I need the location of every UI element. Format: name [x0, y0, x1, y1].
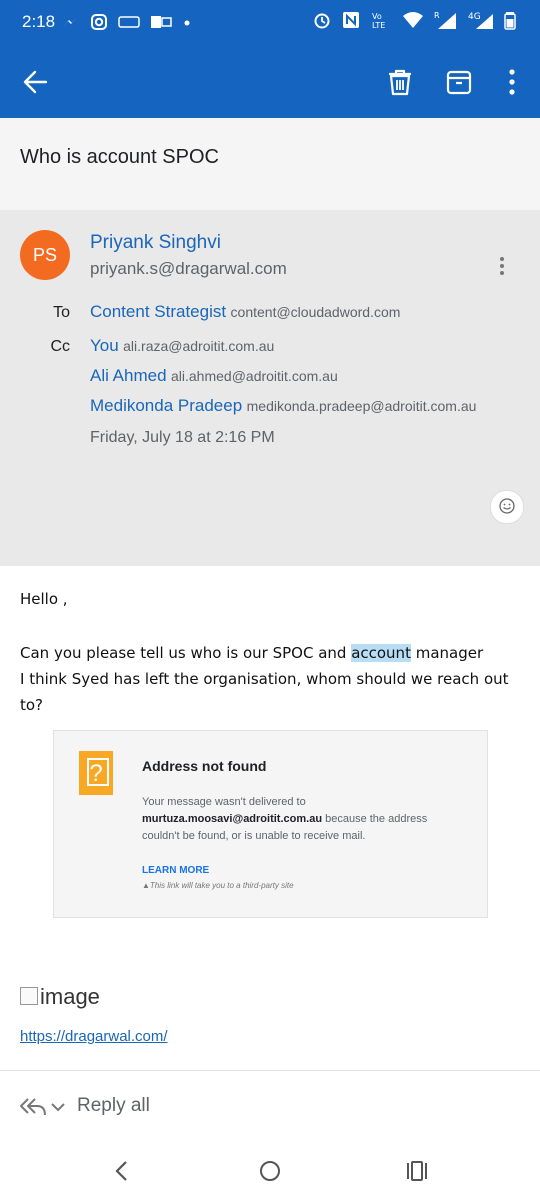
address-not-found-card: ? Address not found Your message wasn't … [53, 730, 488, 918]
reply-bar: Reply all [0, 1070, 540, 1143]
recipient-email: ali.raza@adroitit.com.au [123, 338, 275, 354]
signal-4g-icon: 4G [468, 10, 494, 35]
learn-more-link[interactable]: LEARN MORE [142, 865, 209, 876]
website-link[interactable]: https://dragarwal.com/ [20, 1028, 168, 1045]
reply-all-icon [20, 1098, 46, 1116]
alarm-icon [312, 10, 332, 35]
recipient-name: Content Strategist [90, 302, 227, 321]
broken-image-alt: image [40, 984, 100, 1009]
warning-note-icon: ? [79, 751, 113, 795]
status-time: 2:18 [22, 12, 56, 31]
nav-back-button[interactable] [107, 1156, 137, 1186]
system-nav-bar [0, 1142, 540, 1200]
back-button[interactable] [18, 64, 54, 100]
svg-text:R: R [434, 11, 440, 20]
volte-icon: Vo LTE [370, 10, 392, 35]
wifi-icon [402, 11, 424, 34]
reaction-button[interactable] [490, 490, 524, 524]
warning-triangle-icon: ▲ [142, 881, 150, 890]
sender-name[interactable]: Priyank Singhvi [90, 232, 221, 254]
gaana-icon [118, 13, 140, 36]
body-paragraph: Can you please tell us who is our SPOC a… [20, 640, 525, 718]
battery-icon [504, 10, 516, 35]
avatar[interactable]: PS [20, 230, 70, 280]
chevron-down-icon [51, 1103, 65, 1112]
sender-email: priyank.s@dragarwal.com [90, 259, 287, 278]
warning-note-glyph: ? [89, 760, 103, 787]
smiley-icon [499, 498, 515, 514]
recipient-name: Ali Ahmed [90, 366, 167, 385]
recipient-email: medikonda.pradeep@adroitit.com.au [246, 398, 477, 414]
nav-recents-button[interactable] [402, 1156, 432, 1186]
recipient-email: content@cloudadword.com [230, 304, 401, 320]
email-subject: Who is account SPOC [20, 146, 219, 168]
third-party-note: ▲This link will take you to a third-part… [142, 881, 294, 890]
reply-all-button[interactable] [18, 1095, 48, 1119]
card-title: Address not found [142, 758, 267, 774]
broken-image: image [20, 984, 100, 1010]
messenger-icon [60, 12, 80, 37]
highlighted-word[interactable]: account [351, 644, 411, 662]
kebab-dot [500, 257, 504, 261]
signal-r-icon: R [434, 10, 458, 35]
archive-button[interactable] [441, 64, 477, 100]
delete-button[interactable] [382, 64, 418, 100]
dot-icon [182, 13, 192, 36]
to-label: To [53, 304, 70, 321]
broken-image-icon [20, 987, 38, 1005]
body-text: Can you please tell us who is our SPOC a… [20, 644, 352, 662]
reply-all-label[interactable]: Reply all [77, 1095, 150, 1117]
body-text: I think Syed has left the organisation, … [20, 670, 509, 714]
more-options-button[interactable] [494, 64, 530, 100]
greeting-text: Hello , [20, 590, 68, 608]
sent-date: Friday, July 18 at 2:16 PM [90, 429, 275, 446]
svg-text:4G: 4G [468, 12, 481, 22]
card-desc-prefix: Your message wasn't delivered to [142, 796, 306, 808]
svg-text:LTE: LTE [372, 21, 385, 30]
recipient-email: ali.ahmed@adroitit.com.au [171, 368, 338, 384]
body-text: manager [410, 644, 484, 662]
card-address: murtuza.moosavi@adroitit.com.au [142, 813, 323, 825]
outlook-icon [150, 13, 172, 36]
message-header: PS Priyank Singhvi priyank.s@dragarwal.c… [0, 210, 540, 566]
kebab-dot [500, 271, 504, 275]
subject-bar: Who is account SPOC [0, 118, 540, 210]
status-bar: 2:18 Vo LTE R 4G [0, 0, 540, 46]
recipient-name: You [90, 336, 119, 355]
arrow-left-icon [23, 70, 48, 94]
system-icons: Vo LTE R 4G [312, 10, 516, 35]
nav-home-icon [260, 1161, 280, 1181]
kebab-dot [500, 264, 504, 268]
cc-label: Cc [50, 338, 70, 355]
trash-icon [389, 69, 411, 96]
cc-recipient[interactable]: Medikonda Pradeep medikonda.pradeep@adro… [90, 396, 476, 416]
kebab-icon [509, 69, 515, 95]
cc-recipient[interactable]: You ali.raza@adroitit.com.au [90, 336, 274, 356]
reply-options-toggle[interactable] [50, 1099, 66, 1115]
notification-icons [60, 12, 192, 37]
nav-back-icon [115, 1161, 127, 1181]
archive-icon [446, 70, 472, 95]
svg-text:Vo: Vo [372, 12, 382, 21]
note-text: This link will take you to a third-party… [149, 881, 294, 890]
message-more-button[interactable] [490, 254, 514, 280]
card-description: Your message wasn't delivered to murtuza… [142, 794, 452, 845]
cc-recipient[interactable]: Ali Ahmed ali.ahmed@adroitit.com.au [90, 366, 338, 386]
nfc-icon [342, 11, 360, 34]
instagram-icon [90, 13, 108, 36]
nav-home-button[interactable] [255, 1156, 285, 1186]
app-toolbar [0, 46, 540, 118]
nav-recents-icon [407, 1161, 427, 1181]
recipient-name: Medikonda Pradeep [90, 396, 243, 415]
to-recipient[interactable]: Content Strategist content@cloudadword.c… [90, 302, 400, 322]
